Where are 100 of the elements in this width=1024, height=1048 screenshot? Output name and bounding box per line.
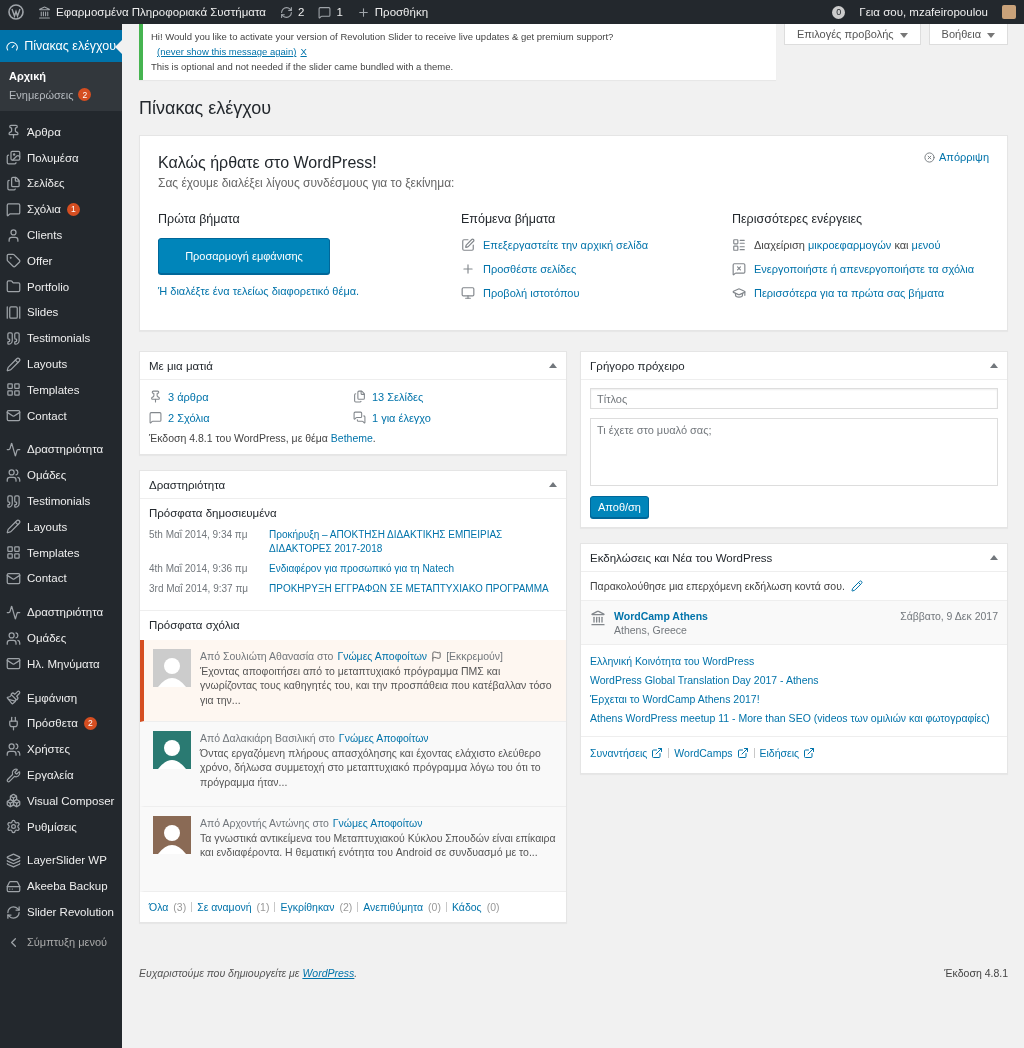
- collapse-toggle-icon[interactable]: [549, 363, 557, 368]
- post-link[interactable]: Ενδιαφέρον για προσωπικό για τη Natech: [269, 562, 557, 576]
- sidebar-item[interactable]: Contact: [0, 565, 122, 592]
- tag-icon: [6, 253, 21, 269]
- filter-link[interactable]: Σε αναμονή: [197, 901, 252, 913]
- sidebar-item[interactable]: Χρήστες: [0, 736, 122, 763]
- stat-link[interactable]: 13 Σελίδες: [353, 390, 557, 403]
- comments-link[interactable]: 1: [318, 5, 343, 19]
- sidebar-item[interactable]: Slides: [0, 299, 122, 326]
- widget-title: Εκδηλώσεις και Νέα του WordPress: [590, 551, 773, 564]
- post-link[interactable]: Γνώμες Αποφοίτων: [337, 649, 428, 664]
- external-link[interactable]: WordCamps: [674, 747, 749, 759]
- filter-link[interactable]: Εγκρίθηκαν: [280, 901, 335, 913]
- sidebar-item[interactable]: Testimonials: [0, 325, 122, 352]
- stat-link[interactable]: 2 Σχόλια: [149, 411, 353, 424]
- site-name-link[interactable]: Εφαρμοσμένα Πληροφοριακά Συστήματα: [38, 5, 266, 19]
- action-link[interactable]: μενού: [911, 239, 941, 251]
- sidebar-item[interactable]: Άρθρα: [0, 119, 122, 145]
- stat-link[interactable]: 1 για έλεγχο: [353, 411, 557, 424]
- notification-count[interactable]: 0: [832, 5, 846, 19]
- welcome-title: Καλώς ήρθατε στο WordPress!: [158, 154, 377, 172]
- filter-link[interactable]: Όλα: [149, 901, 169, 913]
- version-text: Έκδοση 4.8.1 του WordPress, με θέμα Betheme.: [149, 432, 377, 444]
- dismiss-forever-link[interactable]: (never show this message again): [157, 46, 297, 57]
- sidebar-item[interactable]: Εργαλεία: [0, 762, 122, 788]
- submenu-item[interactable]: Αρχική: [0, 67, 122, 85]
- post-link[interactable]: Γνώμες Αποφοίτων: [332, 816, 423, 831]
- external-link[interactable]: Ειδήσεις: [759, 747, 816, 759]
- collapse-toggle-icon[interactable]: [990, 555, 998, 560]
- external-link[interactable]: Συναντήσεις: [590, 747, 664, 759]
- sidebar-item[interactable]: Εμφάνιση: [0, 684, 122, 711]
- wordpress-logo[interactable]: [8, 4, 24, 20]
- sidebar-item[interactable]: Offer: [0, 248, 122, 274]
- sidebar-item[interactable]: LayerSlider WP: [0, 847, 122, 874]
- filter-link[interactable]: Ανεπιθύμητα: [363, 901, 424, 913]
- section-heading: Πρόσφατα σχόλια: [149, 619, 241, 631]
- collapse-toggle-icon[interactable]: [990, 363, 998, 368]
- collapse-toggle-icon[interactable]: [549, 482, 557, 487]
- filter-link[interactable]: Κάδος: [451, 901, 482, 913]
- title-input[interactable]: Τίτλος: [590, 388, 998, 409]
- collapse-menu-link[interactable]: Σύμπτυξη μενού: [0, 928, 122, 956]
- sidebar-item[interactable]: Layouts: [0, 513, 122, 540]
- sidebar-item[interactable]: Ομάδες: [0, 625, 122, 651]
- sidebar-item[interactable]: Ρυθμίσεις: [0, 813, 122, 840]
- sidebar-item[interactable]: Σελίδες: [0, 170, 122, 197]
- pin-icon: [6, 124, 21, 140]
- dismiss-link[interactable]: Απόρριψη: [924, 151, 989, 163]
- sidebar-item[interactable]: Layouts: [0, 351, 122, 377]
- welcome-subtitle: Σας έχουμε διαλέξει λίγους συνδέσμους για το ξεκίνημα:: [158, 176, 456, 190]
- sidebar-item[interactable]: Slider Revolution: [0, 899, 122, 925]
- theme-link[interactable]: Ή διαλέξτε ένα τελείως διαφορετικό θέμα.: [158, 285, 360, 297]
- sidebar-item[interactable]: Visual Composer: [0, 787, 122, 814]
- greeting-text[interactable]: Γεια σου, mzafeiropoulou: [859, 6, 988, 18]
- external-link-icon: [803, 747, 816, 759]
- sidebar-item[interactable]: Portfolio: [0, 273, 122, 300]
- sidebar-item[interactable]: Templates: [0, 376, 122, 403]
- new-link[interactable]: Προσθήκη: [356, 5, 429, 19]
- save-button[interactable]: Αποθ/ση: [590, 496, 649, 518]
- step-link[interactable]: Προβολή ιστοτόπου: [483, 287, 580, 299]
- step-link[interactable]: Προσθέστε σελίδες: [483, 263, 577, 275]
- submenu-item[interactable]: Ενημερώσεις 2: [0, 85, 122, 104]
- sidebar-item[interactable]: Δραστηριότητα: [0, 599, 122, 626]
- sidebar-item[interactable]: Testimonials: [0, 488, 122, 514]
- sidebar-item[interactable]: Δραστηριότητα: [0, 436, 122, 463]
- news-link[interactable]: Έρχεται το WordCamp Athens 2017!: [590, 693, 998, 705]
- sidebar-item[interactable]: Πίνακας ελέγχου: [0, 30, 122, 62]
- news-link[interactable]: WordPress Global Translation Day 2017 - Athens: [590, 674, 998, 686]
- theme-link[interactable]: Betheme: [330, 432, 373, 444]
- action-link[interactable]: Περισσότερα για τα πρώτα σας βήματα: [754, 287, 945, 299]
- sidebar-item[interactable]: Akeeba Backup: [0, 873, 122, 900]
- sidebar-item[interactable]: Ομάδες: [0, 462, 122, 489]
- sidebar-item[interactable]: Πολυμέσα: [0, 144, 122, 171]
- content-textarea[interactable]: Τι έχετε στο μυαλό σας;: [590, 418, 998, 486]
- person-icon: [6, 227, 21, 243]
- post-link[interactable]: Προκήρυξη – ΑΠΟΚΤΗΣΗ ΔΙΔΑΚΤΙΚΗΣ ΕΜΠΕΙΡΙΑΣ ΔΙΔΑΚΤΟΡΕΣ 2017-2018: [269, 528, 557, 556]
- pencil-icon: [6, 519, 21, 535]
- updates-link[interactable]: 2: [279, 5, 305, 19]
- post-link[interactable]: Γνώμες Αποφοίτων: [338, 731, 429, 746]
- comment-icon: [318, 5, 332, 19]
- step-link[interactable]: Επεξεργαστείτε την αρχική σελίδα: [483, 239, 649, 251]
- action-link[interactable]: Ενεργοποιήστε ή απενεργοποιήστε τα σχόλια: [754, 263, 975, 275]
- caret-icon: [987, 32, 995, 38]
- event-link[interactable]: WordCamp Athens: [614, 610, 893, 622]
- close-link[interactable]: X: [300, 46, 307, 57]
- comment-off-icon: [732, 262, 746, 276]
- news-link[interactable]: Athens WordPress meetup 11 - More than SEO (videos των ομιλιών και φωτογραφίες): [590, 712, 998, 724]
- pencil-icon: [850, 580, 863, 592]
- sidebar-item[interactable]: Clients: [0, 222, 122, 248]
- customize-button[interactable]: Προσαρμογή εμφάνισης: [158, 238, 330, 274]
- sidebar-item[interactable]: Σχόλια 1: [0, 196, 122, 223]
- sidebar-item[interactable]: Πρόσθετα 2: [0, 710, 122, 737]
- stat-link[interactable]: 3 άρθρα: [149, 390, 353, 403]
- post-link[interactable]: ΠΡΟΚΗΡΥΞΗ ΕΓΓΡΑΦΩΝ ΣΕ ΜΕΤΑΠΤΥΧΙΑΚΟ ΠΡΟΓΡΑΜΜΑ: [269, 582, 557, 596]
- screen-tab[interactable]: Βοήθεια: [928, 24, 1008, 45]
- sidebar-item[interactable]: Templates: [0, 539, 122, 566]
- news-link[interactable]: Ελληνική Κοινότητα του WordPress: [590, 655, 998, 667]
- sidebar-item[interactable]: Contact: [0, 402, 122, 429]
- screen-tab[interactable]: Επιλογές προβολής: [783, 24, 921, 45]
- action-link[interactable]: μικροεφαρμογών: [807, 239, 892, 251]
- sidebar-item[interactable]: Ηλ. Μηνύματα: [0, 650, 122, 677]
